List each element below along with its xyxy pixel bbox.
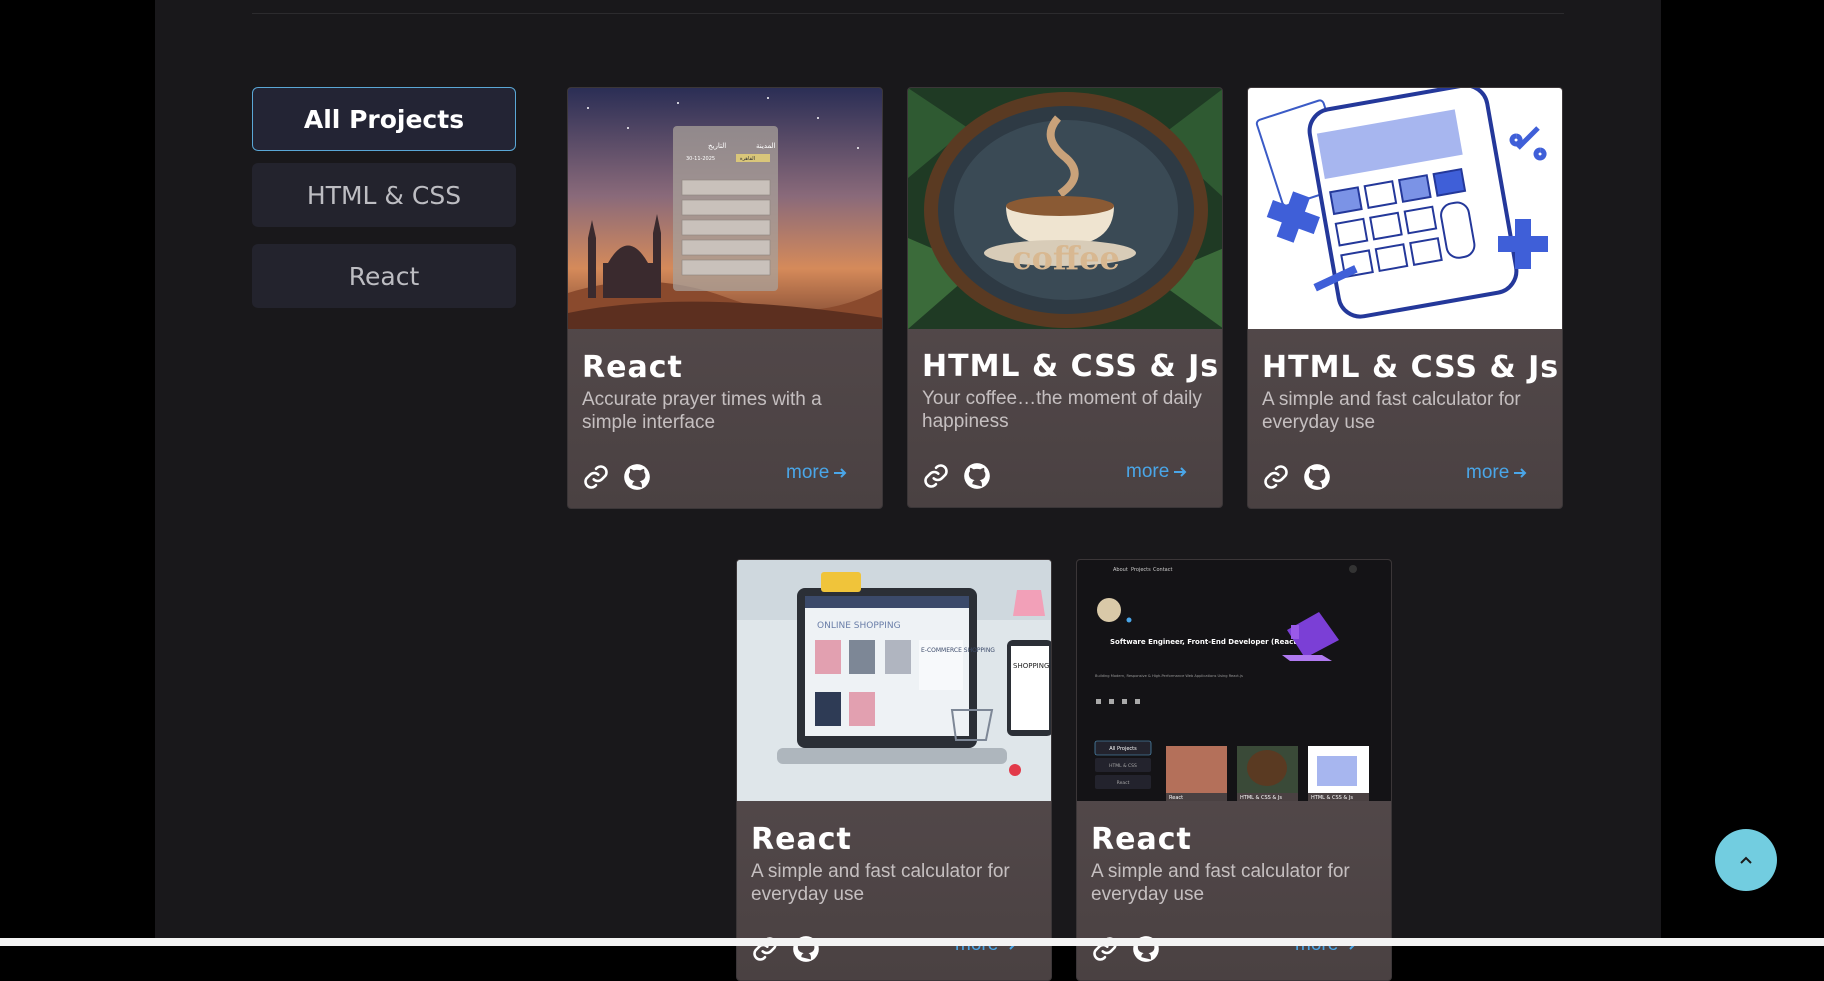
card-description: A simple and fast calculator for everyda… <box>1262 389 1521 433</box>
shop-ecom: E-COMMERCE SHOPPING <box>921 647 995 654</box>
more-link[interactable]: more <box>786 462 848 484</box>
portfolio-card-calc: HTML & CSS & Js <box>1311 795 1353 801</box>
coffee-word: coffee <box>1012 239 1120 277</box>
coffee-emblem-image: coffee <box>908 88 1222 329</box>
portfolio-nav-about: About <box>1113 567 1128 573</box>
prayer-date-label: التاريخ <box>708 142 726 150</box>
shop-side: SHOPPING <box>1013 662 1049 670</box>
github-icon[interactable] <box>623 463 651 491</box>
card-title: React <box>1091 822 1192 857</box>
more-link[interactable]: more <box>1466 462 1528 484</box>
prayer-city-label: المدينة <box>756 142 776 150</box>
card-title: React <box>751 822 852 857</box>
mosque-night-app-image: المدينة التاريخ 30-11-2025 القاهرة <box>568 88 882 329</box>
card-description: A simple and fast calculator for everyda… <box>1091 861 1350 905</box>
prayer-date: 30-11-2025 <box>686 156 715 162</box>
project-card: About Projects Contact Software Engineer… <box>1076 559 1392 981</box>
github-icon[interactable] <box>1303 463 1331 491</box>
shop-banner: ONLINE SHOPPING <box>817 621 901 631</box>
project-card: C HTML & CSS & Js A simple and fast calc… <box>1247 87 1563 509</box>
portfolio-nav-contact: Contact <box>1153 567 1172 573</box>
portfolio-filter-all: All Projects <box>1109 746 1137 752</box>
scroll-to-top-button[interactable] <box>1715 829 1777 891</box>
project-card: المدينة التاريخ 30-11-2025 القاهرة React… <box>567 87 883 509</box>
link-icon[interactable] <box>1262 463 1290 491</box>
link-icon[interactable] <box>582 463 610 491</box>
filter-react-button[interactable]: React <box>252 244 516 308</box>
card-description: Your coffee…the moment of daily happines… <box>922 388 1202 432</box>
prayer-city: القاهرة <box>740 156 755 162</box>
arrow-right-icon <box>834 468 847 478</box>
portfolio-heading: Software Engineer, Front-End Developer (… <box>1110 638 1309 646</box>
calc-key: C <box>1473 186 1483 202</box>
portfolio-filter-react: React <box>1117 780 1130 786</box>
link-icon[interactable] <box>922 462 950 490</box>
card-description: Accurate prayer times with a simple inte… <box>582 389 822 433</box>
arrow-right-icon <box>1174 467 1187 477</box>
portfolio-nav-projects: Projects <box>1131 567 1151 573</box>
chevron-up-icon <box>1740 856 1752 864</box>
more-label: more <box>1466 462 1510 483</box>
filter-all-projects-button[interactable]: All Projects <box>252 87 516 151</box>
card-title: HTML & CSS & Js <box>1262 350 1560 385</box>
project-card: coffee HTML & CSS & Js Your coffee…the m… <box>907 87 1223 508</box>
portfolio-card-react: React <box>1169 795 1183 801</box>
portfolio-subheading: Building Modern, Responsive & High-Perfo… <box>1095 674 1243 678</box>
calculator-illustration-image: C <box>1248 88 1562 329</box>
viewport-bottom-edge <box>0 938 1824 946</box>
more-link[interactable]: more <box>1126 461 1188 483</box>
project-card: ONLINE SHOPPING E-COMMERCE SHOPPING SHOP… <box>736 559 1052 981</box>
portfolio-card-coffee: HTML & CSS & Js <box>1240 795 1282 801</box>
card-description: A simple and fast calculator for everyda… <box>751 861 1010 905</box>
card-title: React <box>582 350 683 385</box>
github-icon[interactable] <box>963 462 991 490</box>
portfolio-screenshot-image: About Projects Contact Software Engineer… <box>1077 560 1391 801</box>
more-label: more <box>1126 461 1170 482</box>
portfolio-projects-section: All Projects HTML & CSS React المدينة ال… <box>155 0 1661 981</box>
more-label: more <box>786 462 830 483</box>
portfolio-filter-html: HTML & CSS <box>1109 763 1137 769</box>
ecommerce-shopping-image: ONLINE SHOPPING E-COMMERCE SHOPPING SHOP… <box>737 560 1051 801</box>
arrow-right-icon <box>1514 468 1527 478</box>
divider <box>252 13 1564 14</box>
filter-html-css-button[interactable]: HTML & CSS <box>252 163 516 227</box>
card-title: HTML & CSS & Js <box>922 349 1220 384</box>
